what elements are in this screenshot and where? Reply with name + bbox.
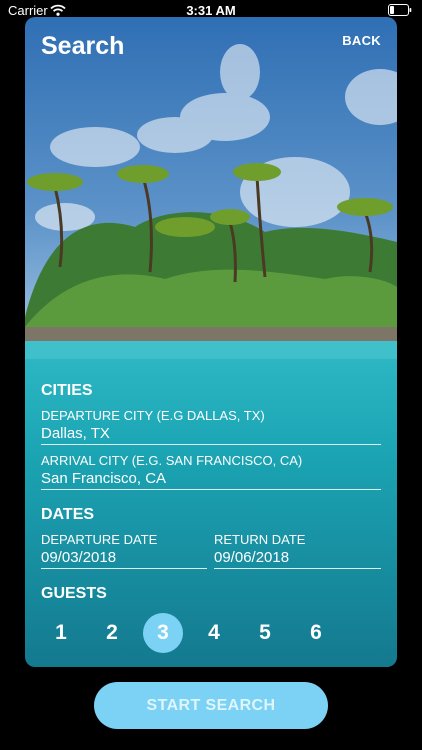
- guest-option-3[interactable]: 3: [143, 613, 183, 653]
- status-time: 3:31 AM: [186, 3, 236, 18]
- search-card: Search BACK CITIES DEPARTURE CITY (E.G D…: [25, 17, 397, 667]
- arrival-city-value[interactable]: San Francisco, CA: [41, 470, 166, 487]
- departure-city-label: DEPARTURE CITY (E.G DALLAS, TX): [41, 408, 265, 423]
- guest-option-4[interactable]: 4: [194, 613, 234, 653]
- departure-date-value[interactable]: 09/03/2018: [41, 549, 116, 566]
- guest-option-6[interactable]: 6: [296, 613, 336, 653]
- departure-date-label: DEPARTURE DATE: [41, 532, 158, 547]
- arrival-city-field[interactable]: ARRIVAL CITY (E.G. SAN FRANCISCO, CA) Sa…: [41, 453, 381, 490]
- return-date-label: RETURN DATE: [214, 532, 306, 547]
- arrival-city-label: ARRIVAL CITY (E.G. SAN FRANCISCO, CA): [41, 453, 303, 468]
- departure-city-field[interactable]: DEPARTURE CITY (E.G DALLAS, TX) Dallas, …: [41, 408, 381, 445]
- guests-heading: GUESTS: [41, 585, 107, 602]
- battery-icon: [388, 4, 412, 16]
- page-title: Search: [41, 32, 125, 60]
- cities-heading: CITIES: [41, 382, 93, 399]
- guest-option-2[interactable]: 2: [92, 613, 132, 653]
- back-button[interactable]: BACK: [342, 33, 381, 48]
- dates-heading: DATES: [41, 506, 95, 523]
- island-background: [25, 17, 397, 667]
- departure-date-field[interactable]: DEPARTURE DATE 09/03/2018: [41, 532, 207, 569]
- return-date-field[interactable]: RETURN DATE 09/06/2018: [214, 532, 381, 569]
- departure-city-value[interactable]: Dallas, TX: [41, 425, 110, 442]
- return-date-value[interactable]: 09/06/2018: [214, 549, 289, 566]
- guest-option-1[interactable]: 1: [41, 613, 81, 653]
- guest-option-5[interactable]: 5: [245, 613, 285, 653]
- start-search-button[interactable]: START SEARCH: [94, 682, 328, 729]
